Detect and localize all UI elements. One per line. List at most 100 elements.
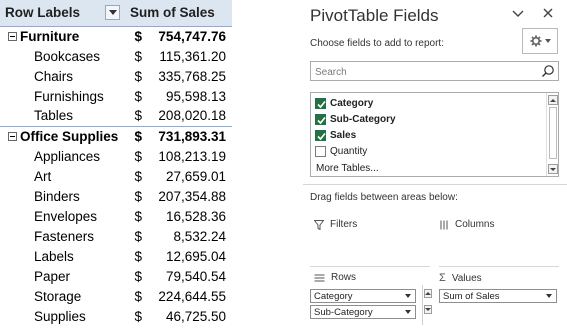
row-label-cell[interactable]: Chairs (0, 66, 124, 86)
row-label-cell[interactable]: Furnishings (0, 86, 124, 106)
row-label-cell[interactable]: Office Supplies (0, 125, 124, 146)
sum-of-sales-header[interactable]: Sum of Sales (124, 0, 232, 27)
sales-value[interactable]: 208,020.18 (146, 106, 232, 126)
row-label-cell[interactable]: Furniture (0, 25, 124, 46)
pivot-item-row[interactable]: Supplies $46,725.50 (0, 306, 232, 326)
scroll-up-icon[interactable] (424, 289, 432, 298)
pivot-item-row[interactable]: Binders $207,354.88 (0, 186, 232, 206)
field-item-sales[interactable]: Sales (315, 128, 356, 143)
field-checkbox[interactable] (315, 114, 326, 125)
sales-value[interactable]: 16,528.36 (146, 206, 232, 226)
scroll-thumb[interactable] (549, 107, 557, 159)
row-label-cell[interactable]: Supplies (0, 306, 124, 326)
field-item-quantity[interactable]: Quantity (315, 144, 367, 159)
row-label-cell[interactable]: Appliances (0, 146, 124, 166)
sales-value[interactable]: 95,598.13 (146, 86, 232, 106)
scroll-down-icon[interactable] (424, 305, 432, 314)
pivottable-fields-pane: PivotTable Fields Choose fields to add t… (303, 0, 567, 329)
search-icon[interactable] (541, 64, 555, 78)
pivot-item-row[interactable]: Fasteners $8,532.24 (0, 226, 232, 246)
field-label: Quantity (330, 146, 368, 157)
sales-value[interactable]: 12,695.04 (146, 246, 232, 266)
pivot-item-row[interactable]: Envelopes $16,528.36 (0, 206, 232, 226)
pivot-item-row[interactable]: Furnishings $95,598.13 (0, 86, 232, 106)
values-area[interactable]: Σ Values Sum of Sales (439, 266, 559, 329)
chevron-down-icon[interactable] (510, 6, 526, 22)
currency-symbol: $ (134, 308, 142, 324)
chevron-down-icon[interactable] (546, 294, 552, 298)
columns-area[interactable]: Columns (439, 213, 559, 263)
rows-area[interactable]: Rows Category Sub-Category (310, 266, 432, 329)
field-label: Sub-Category (330, 114, 396, 125)
row-label-cell[interactable]: Fasteners (0, 226, 124, 246)
search-input[interactable] (311, 63, 531, 82)
pivot-table: Row Labels Sum of Sales Furniture $754,74… (0, 0, 232, 329)
sigma-icon: Σ (439, 272, 446, 284)
row-label-cell[interactable]: Binders (0, 186, 124, 206)
tools-button[interactable] (522, 28, 558, 54)
sales-value[interactable]: 335,768.25 (146, 66, 232, 86)
pivot-item-row[interactable]: Tables $208,020.18 (0, 106, 232, 126)
values-area-header: Σ Values (439, 272, 482, 284)
sales-value[interactable]: 115,361.20 (146, 46, 232, 66)
row-label-cell[interactable]: Tables (0, 106, 124, 126)
gear-icon (530, 35, 541, 47)
more-tables-link[interactable]: More Tables... (316, 163, 379, 174)
pivot-item-row[interactable]: Storage $224,644.55 (0, 286, 232, 306)
sales-value[interactable]: 27,659.01 (146, 166, 232, 186)
values-field-sum-of-sales[interactable]: Sum of Sales (439, 289, 557, 303)
scroll-up-icon[interactable] (548, 95, 558, 105)
field-item-sub-category[interactable]: Sub-Category (315, 112, 396, 127)
row-label-cell[interactable]: Labels (0, 246, 124, 266)
row-labels-header[interactable]: Row Labels (0, 0, 124, 27)
values-area-border (439, 266, 559, 267)
pivot-item-row[interactable]: Paper $79,540.54 (0, 266, 232, 286)
search-field[interactable] (310, 61, 559, 82)
pivot-item-row[interactable]: Appliances $108,213.19 (0, 146, 232, 166)
pane-divider (303, 184, 567, 185)
row-label-cell[interactable]: Storage (0, 286, 124, 306)
pivot-grid: Row Labels Sum of Sales Furniture $754,74… (0, 0, 232, 326)
close-icon[interactable] (540, 5, 556, 21)
field-label: Sales (330, 130, 357, 141)
pivot-group-row[interactable]: Furniture $754,747.76 (0, 25, 232, 46)
row-label-cell[interactable]: Bookcases (0, 46, 124, 66)
collapse-minus-icon[interactable] (8, 31, 17, 41)
pivot-item-row[interactable]: Art $27,659.01 (0, 166, 232, 186)
row-label-cell[interactable]: Art (0, 166, 124, 186)
field-item-category[interactable]: Category (315, 96, 373, 111)
sales-value[interactable]: 731,893.31 (146, 125, 232, 146)
pivot-item-row[interactable]: Chairs $335,768.25 (0, 66, 232, 86)
pivot-group-row[interactable]: Office Supplies $731,893.31 (0, 125, 232, 146)
sales-value[interactable]: 8,532.24 (146, 226, 232, 246)
field-checkbox[interactable] (315, 130, 326, 141)
rows-area-scrollbar[interactable] (422, 285, 432, 325)
row-label-cell[interactable]: Paper (0, 266, 124, 286)
rows-field-sub-category[interactable]: Sub-Category (310, 305, 416, 319)
sales-value[interactable]: 224,644.55 (146, 286, 232, 306)
columns-area-header: Columns (439, 219, 494, 230)
pivot-body: Furniture $754,747.76 Bookcases $115,361.20… (0, 25, 232, 326)
pivot-item-row[interactable]: Bookcases $115,361.20 (0, 46, 232, 66)
collapse-minus-icon[interactable] (8, 131, 17, 141)
scroll-down-icon[interactable] (548, 164, 558, 174)
rows-field-category[interactable]: Category (310, 289, 416, 303)
sales-value[interactable]: 46,725.50 (146, 306, 232, 326)
chevron-down-icon[interactable] (405, 310, 411, 314)
row-label-cell[interactable]: Envelopes (0, 206, 124, 226)
row-label-text: Appliances (34, 148, 101, 164)
chevron-down-icon[interactable] (405, 294, 411, 298)
currency-symbol: $ (134, 168, 142, 184)
field-list-scrollbar[interactable] (546, 93, 558, 176)
sales-value[interactable]: 207,354.88 (146, 186, 232, 206)
filter-area-icon (314, 219, 324, 230)
pivot-item-row[interactable]: Labels $12,695.04 (0, 246, 232, 266)
sales-value[interactable]: 754,747.76 (146, 25, 232, 46)
field-checkbox[interactable] (315, 98, 326, 109)
row-label-text: Envelopes (34, 208, 98, 224)
filters-area[interactable]: Filters (310, 213, 430, 263)
sales-value[interactable]: 108,213.19 (146, 146, 232, 166)
filter-dropdown-icon[interactable] (105, 5, 120, 20)
sales-value[interactable]: 79,540.54 (146, 266, 232, 286)
field-checkbox[interactable] (315, 146, 326, 157)
